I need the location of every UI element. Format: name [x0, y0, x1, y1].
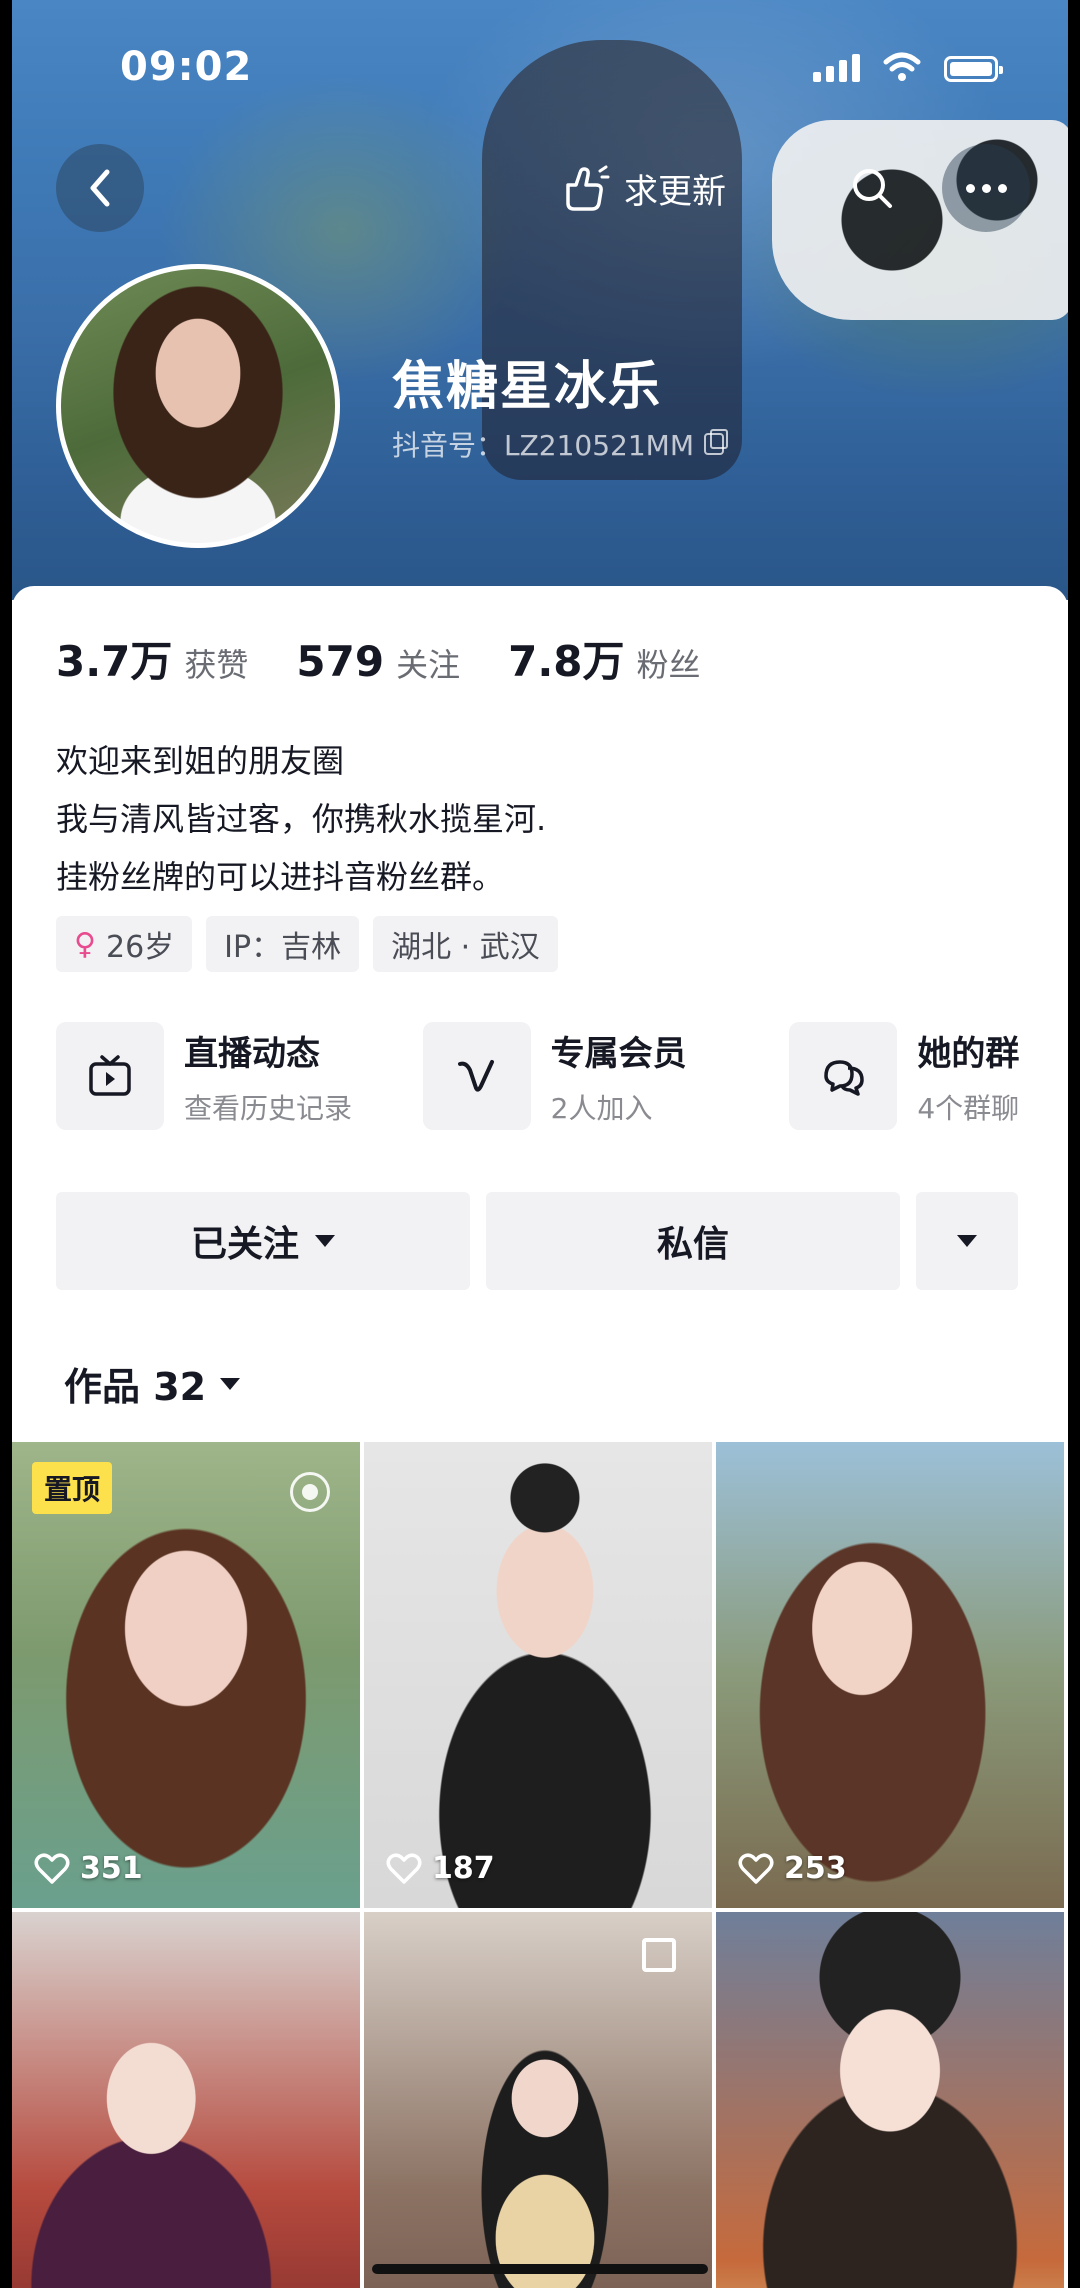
- video-likes: 187: [386, 1851, 495, 1886]
- hand-pointer-icon: [566, 165, 610, 211]
- more-dot: [981, 183, 991, 193]
- cover-photo-cow: [772, 120, 1068, 320]
- search-icon: [853, 169, 892, 208]
- v-icon: [422, 1022, 531, 1130]
- stat-followers[interactable]: 7.8万 粉丝: [508, 628, 700, 689]
- ip-text: IP：吉林: [224, 930, 342, 965]
- service-subtitle: 4个群聊: [917, 1091, 1020, 1125]
- back-button[interactable]: [56, 144, 144, 232]
- caret-down-icon: [315, 1235, 335, 1247]
- status-icons: [813, 52, 1003, 82]
- stat-value: 3.7万: [56, 637, 173, 686]
- stat-label: 获赞: [184, 646, 249, 684]
- live-photo-icon: [290, 1472, 330, 1512]
- video-thumbnail[interactable]: 187: [364, 1442, 712, 1908]
- service-title: 专属会员: [550, 1033, 687, 1074]
- more-dot: [965, 183, 975, 193]
- stat-value: 7.8万: [508, 637, 625, 686]
- chevron-left-icon: [90, 169, 110, 207]
- stat-label: 粉丝: [636, 646, 701, 684]
- avatar[interactable]: [56, 264, 340, 548]
- age-tag: ♀ 26岁: [56, 916, 193, 972]
- service-text: 她的群 4个群聊: [917, 1026, 1019, 1127]
- stat-value: 579: [296, 637, 385, 686]
- video-thumbnail[interactable]: [716, 1912, 1064, 2288]
- bio-line: 挂粉丝牌的可以进抖音粉丝群。: [56, 858, 505, 896]
- stat-label: 关注: [396, 646, 461, 684]
- service-membership[interactable]: 专属会员 2人加入: [422, 1022, 790, 1130]
- video-thumbnail[interactable]: 置顶 351: [12, 1442, 360, 1908]
- likes-count: 253: [784, 1851, 847, 1886]
- heart-icon: [34, 1853, 70, 1884]
- video-grid: 置顶 351 187 253: [12, 1442, 1068, 2288]
- service-text: 专属会员 2人加入: [551, 1026, 687, 1127]
- service-title: 直播动态: [184, 1033, 320, 1074]
- caret-down-icon: [220, 1377, 241, 1390]
- profile-card: 3.7万 获赞 579 关注 7.8万 粉丝 欢迎来到姐的朋友圈 我与清风皆过客…: [12, 586, 1068, 2288]
- caret-down-icon: [957, 1235, 977, 1247]
- service-subtitle: 查看历史记录: [184, 1091, 353, 1125]
- profile-stats: 3.7万 获赞 579 关注 7.8万 粉丝: [56, 628, 749, 689]
- battery-icon: [944, 56, 1003, 82]
- service-title: 她的群: [917, 1033, 1020, 1074]
- profile-screen: 09:02 求更新 焦糖星冰乐 抖音号：LZ210521MM 3.7万 获赞 5…: [12, 0, 1068, 2288]
- bio-line: 欢迎来到姐的朋友圈: [56, 742, 345, 780]
- profile-bio: 欢迎来到姐的朋友圈 我与清风皆过客，你携秋水揽星河. 挂粉丝牌的可以进抖音粉丝群…: [56, 732, 546, 906]
- profile-actions: 已关注 私信: [56, 1192, 1018, 1290]
- home-indicator[interactable]: [372, 2264, 708, 2274]
- video-likes: 351: [34, 1851, 143, 1886]
- request-update-button[interactable]: 求更新: [560, 154, 726, 222]
- following-label: 已关注: [190, 1224, 299, 1265]
- stat-following[interactable]: 579 关注: [296, 637, 460, 686]
- message-label: 私信: [656, 1224, 729, 1265]
- profile-nickname: 焦糖星冰乐: [392, 357, 663, 417]
- works-tab[interactable]: 作品 32: [64, 1356, 241, 1411]
- more-dot: [997, 183, 1007, 193]
- bio-line: 我与清风皆过客，你携秋水揽星河.: [56, 800, 547, 838]
- service-live-history[interactable]: 直播动态 查看历史记录: [56, 1022, 423, 1130]
- service-text: 直播动态 查看历史记录: [184, 1026, 352, 1127]
- profile-cover: 09:02 求更新 焦糖星冰乐 抖音号：LZ210521MM: [12, 0, 1068, 600]
- video-thumbnail[interactable]: 253: [716, 1442, 1064, 1908]
- ip-tag: IP：吉林: [206, 916, 360, 972]
- tv-icon: [56, 1022, 164, 1130]
- search-button[interactable]: [834, 150, 910, 226]
- video-thumbnail[interactable]: [364, 1912, 712, 2288]
- works-label: 作品 32: [64, 1365, 207, 1409]
- stat-likes[interactable]: 3.7万 获赞: [56, 628, 248, 689]
- profile-tags: ♀ 26岁 IP：吉林 湖北 · 武汉: [56, 916, 558, 972]
- message-button[interactable]: 私信: [486, 1192, 900, 1290]
- service-entries: 直播动态 查看历史记录 专属会员 2人加入 她的群 4个群聊: [56, 1022, 1068, 1130]
- gallery-icon: [642, 1938, 676, 1972]
- status-time: 09:02: [120, 44, 253, 90]
- location-tag: 湖北 · 武汉: [373, 916, 558, 972]
- location-text: 湖北 · 武汉: [391, 930, 540, 965]
- video-likes: 253: [738, 1851, 847, 1886]
- signal-icon: [813, 54, 860, 82]
- heart-icon: [386, 1853, 422, 1884]
- douyin-id[interactable]: 抖音号：LZ210521MM: [392, 424, 728, 464]
- service-subtitle: 2人加入: [550, 1091, 653, 1125]
- likes-count: 187: [432, 1851, 495, 1886]
- more-button[interactable]: [942, 144, 1030, 232]
- request-update-label: 求更新: [624, 171, 726, 212]
- chat-icon: [789, 1022, 898, 1130]
- wifi-icon: [883, 52, 921, 81]
- pinned-badge: 置顶: [32, 1462, 113, 1514]
- video-thumbnail[interactable]: [12, 1912, 360, 2288]
- likes-count: 351: [80, 1851, 143, 1886]
- heart-icon: [738, 1853, 774, 1884]
- age-text: 26岁: [105, 930, 175, 965]
- following-button[interactable]: 已关注: [56, 1192, 470, 1290]
- douyin-id-text: 抖音号：LZ210521MM: [392, 429, 694, 462]
- more-actions-button[interactable]: [916, 1192, 1018, 1290]
- female-icon: ♀: [74, 926, 96, 962]
- service-group-chats[interactable]: 她的群 4个群聊: [789, 1022, 1068, 1130]
- copy-icon[interactable]: [704, 429, 728, 455]
